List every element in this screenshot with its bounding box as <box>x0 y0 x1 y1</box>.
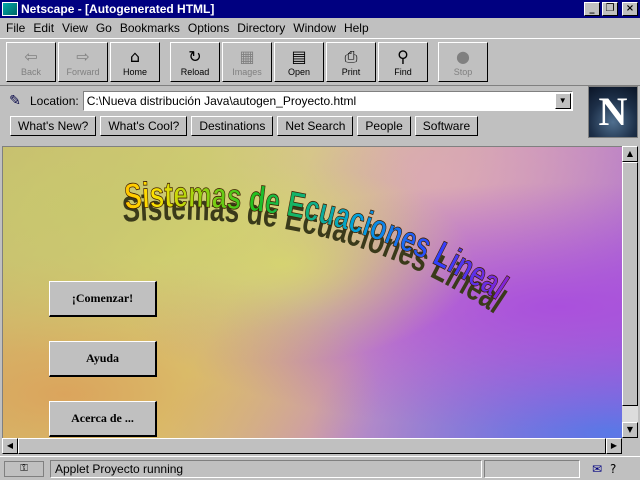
horizontal-scrollbar[interactable]: ◀ ▶ <box>2 438 622 454</box>
menu-bar: File Edit View Go Bookmarks Options Dire… <box>0 18 640 38</box>
status-bar: ⚿ Applet Proyecto running ✉ ? <box>0 456 640 480</box>
scroll-left-icon[interactable]: ◀ <box>2 438 18 454</box>
minimize-button[interactable]: _ <box>584 2 600 16</box>
print-label: Print <box>341 67 361 77</box>
destinations-button[interactable]: Destinations <box>191 116 274 136</box>
window-title: Netscape - [Autogenerated HTML] <box>21 2 215 16</box>
security-key-icon[interactable]: ⚿ <box>4 460 44 477</box>
menu-window[interactable]: Window <box>289 21 340 35</box>
menu-edit[interactable]: Edit <box>29 21 58 35</box>
menu-go[interactable]: Go <box>92 21 116 35</box>
location-label: Location: <box>30 94 79 108</box>
mail-icon[interactable]: ✉ <box>592 462 610 476</box>
menu-help[interactable]: Help <box>340 21 373 35</box>
stop-label: Stop <box>453 67 473 77</box>
menu-file[interactable]: File <box>2 21 29 35</box>
reload-button[interactable]: ↻ Reload <box>170 42 220 82</box>
scroll-up-icon[interactable]: ▲ <box>622 146 638 162</box>
menu-view[interactable]: View <box>58 21 92 35</box>
netscape-logo-icon[interactable]: N <box>588 86 638 138</box>
images-icon: ▦ <box>239 47 255 66</box>
restore-button[interactable]: ❐ <box>602 2 618 16</box>
images-label: Images <box>232 67 262 77</box>
stop-icon: ● <box>456 47 470 66</box>
find-label: Find <box>394 67 412 77</box>
menu-bookmarks[interactable]: Bookmarks <box>116 21 184 35</box>
reload-icon: ↻ <box>188 47 202 66</box>
directory-buttons: What's New? What's Cool? Destinations Ne… <box>0 114 588 138</box>
print-button[interactable]: ⎙ Print <box>326 42 376 82</box>
home-icon: ⌂ <box>129 47 141 66</box>
vertical-scrollbar[interactable]: ▲ ▼ <box>622 146 638 438</box>
find-button[interactable]: ⚲ Find <box>378 42 428 82</box>
location-bar: ✎ Location: C:\Nueva distribución Java\a… <box>0 88 588 114</box>
scrollbar-corner <box>622 438 638 454</box>
open-button[interactable]: ▤ Open <box>274 42 324 82</box>
back-button[interactable]: ⇦ Back <box>6 42 56 82</box>
images-button[interactable]: ▦ Images <box>222 42 272 82</box>
status-text: Applet Proyecto running <box>50 459 482 478</box>
menu-directory[interactable]: Directory <box>233 21 289 35</box>
whats-cool-button[interactable]: What's Cool? <box>100 116 188 136</box>
netscape-window: Netscape - [Autogenerated HTML] _ ❐ × Fi… <box>0 0 640 480</box>
open-label: Open <box>287 67 311 77</box>
home-button[interactable]: ⌂ Home <box>110 42 160 82</box>
horizontal-scroll-thumb[interactable] <box>18 438 606 454</box>
location-url[interactable]: C:\Nueva distribución Java\autogen_Proye… <box>84 94 555 108</box>
close-button[interactable]: × <box>622 2 638 16</box>
print-icon: ⎙ <box>344 47 358 66</box>
forward-arrow-icon: ⇨ <box>76 47 90 66</box>
navigation-toolbar: ⇦ Back ⇨ Forward ⌂ Home ↻ Reload ▦ Image… <box>0 38 640 86</box>
about-button[interactable]: Acerca de ... <box>49 401 157 437</box>
location-field[interactable]: C:\Nueva distribución Java\autogen_Proye… <box>82 91 573 111</box>
whats-new-button[interactable]: What's New? <box>10 116 97 136</box>
start-button[interactable]: ¡Comenzar! <box>49 281 157 317</box>
forward-button[interactable]: ⇨ Forward <box>58 42 108 82</box>
help-button[interactable]: Ayuda <box>49 341 157 377</box>
net-search-button[interactable]: Net Search <box>277 116 354 136</box>
bookmark-quicklink-icon[interactable]: ✎ <box>6 92 24 110</box>
stop-button[interactable]: ● Stop <box>438 42 488 82</box>
reload-label: Reload <box>180 67 210 77</box>
progress-pane <box>484 459 580 478</box>
back-label: Back <box>20 67 41 77</box>
find-icon: ⚲ <box>397 47 409 66</box>
back-arrow-icon: ⇦ <box>24 47 38 66</box>
home-label: Home <box>122 67 147 77</box>
forward-label: Forward <box>66 67 100 77</box>
people-button[interactable]: People <box>357 116 411 136</box>
location-dropdown-icon[interactable]: ▼ <box>554 93 571 109</box>
vertical-scroll-thumb[interactable] <box>622 162 638 406</box>
scroll-down-icon[interactable]: ▼ <box>622 422 638 438</box>
menu-options[interactable]: Options <box>184 21 233 35</box>
open-icon: ▤ <box>291 47 307 66</box>
logo-letter: N <box>598 89 628 134</box>
netscape-app-icon[interactable] <box>2 2 18 16</box>
scroll-right-icon[interactable]: ▶ <box>606 438 622 454</box>
title-bar[interactable]: Netscape - [Autogenerated HTML] _ ❐ × <box>0 0 640 18</box>
help-question-icon[interactable]: ? <box>610 462 626 476</box>
software-button[interactable]: Software <box>414 116 479 136</box>
page-content: Sistemas de Ecuaciones Lineales Sistemas… <box>2 146 622 438</box>
